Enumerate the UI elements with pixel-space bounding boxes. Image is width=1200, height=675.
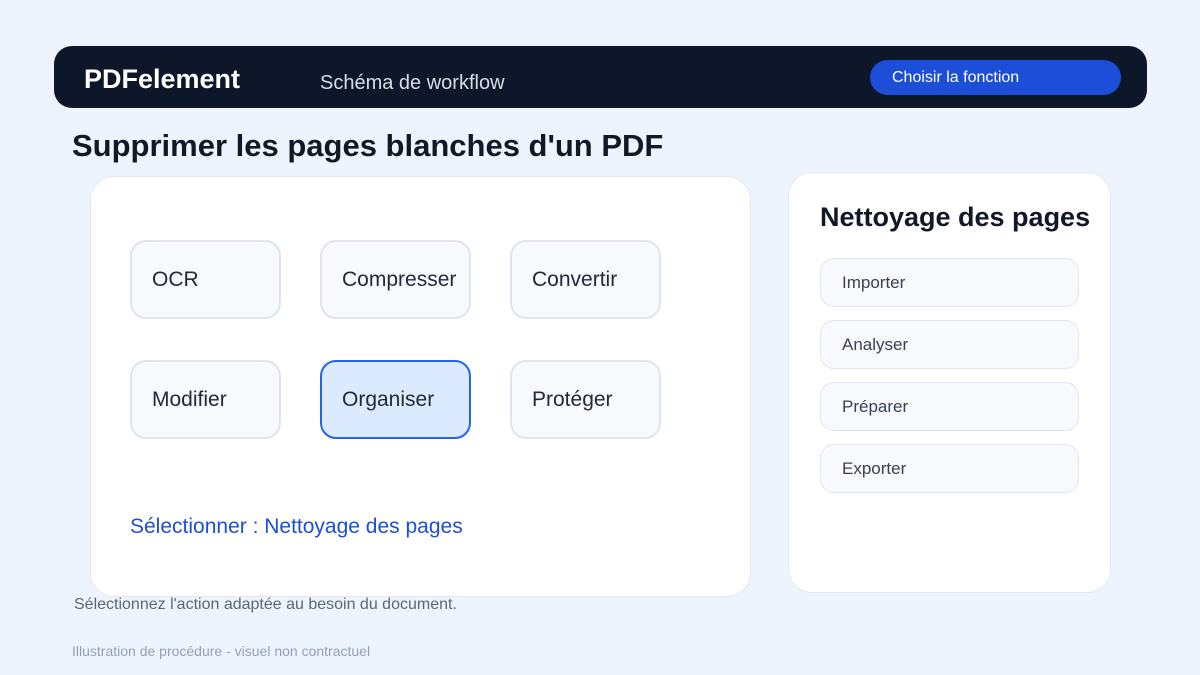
step-importer[interactable]: Importer	[820, 258, 1079, 307]
disclaimer-text: Illustration de procédure - visuel non c…	[72, 643, 371, 659]
selection-text: Sélectionner : Nettoyage des pages	[130, 515, 463, 538]
hint-text: Sélectionnez l'action adaptée au besoin …	[74, 596, 457, 613]
tool-compresser[interactable]: Compresser	[320, 240, 471, 319]
tool-organiser[interactable]: Organiser	[320, 360, 471, 439]
step-exporter[interactable]: Exporter	[820, 444, 1079, 493]
header-subtitle: Schéma de workflow	[320, 72, 505, 94]
app-logo: PDFelement	[84, 64, 241, 94]
tool-ocr[interactable]: OCR	[130, 240, 281, 319]
top-bar: PDFelement Schéma de workflow Choisir la…	[54, 46, 1147, 108]
page-title: Supprimer les pages blanches d'un PDF	[72, 128, 664, 163]
tools-card: OCR Compresser Convertir Modifier Organi…	[90, 176, 751, 597]
tool-proteger[interactable]: Protéger	[510, 360, 661, 439]
step-analyser[interactable]: Analyser	[820, 320, 1079, 369]
tool-convertir[interactable]: Convertir	[510, 240, 661, 319]
step-preparer[interactable]: Préparer	[820, 382, 1079, 431]
side-panel-title: Nettoyage des pages	[820, 202, 1091, 232]
choose-function-button[interactable]: Choisir la fonction	[870, 60, 1121, 95]
side-panel: Nettoyage des pages Importer Analyser Pr…	[788, 172, 1111, 593]
tool-modifier[interactable]: Modifier	[130, 360, 281, 439]
